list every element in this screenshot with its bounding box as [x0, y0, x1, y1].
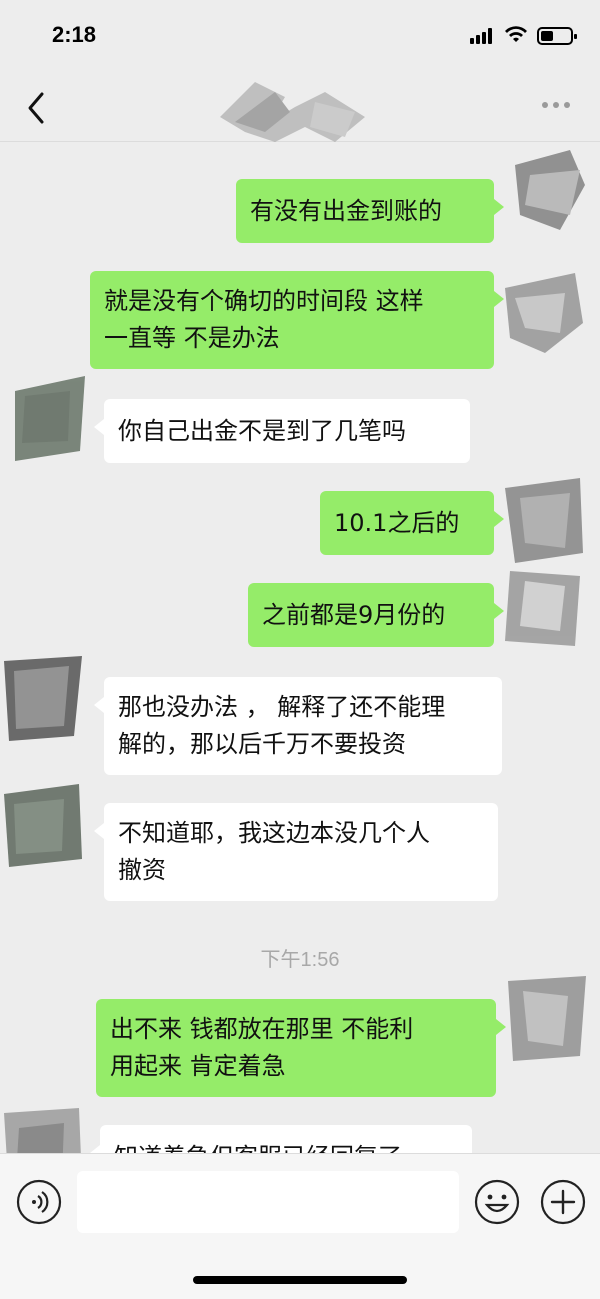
my-avatar-redacted[interactable] — [508, 971, 586, 1061]
message-text: 不知道耶，我这边本没几个人 — [118, 819, 430, 847]
message-text: 有没有出金到账的 — [250, 196, 442, 225]
message-text: 那也没办法 ， 解释了还不能理 — [118, 693, 446, 721]
home-indicator[interactable] — [193, 1276, 407, 1284]
chevron-left-icon[interactable] — [22, 90, 52, 126]
status-bar: 2:18 — [0, 0, 600, 72]
plus-icon[interactable] — [540, 1179, 586, 1225]
message-bubble-received[interactable]: 不知道耶，我这边本没几个人 撤资 — [94, 803, 498, 901]
wifi-icon — [505, 26, 527, 42]
message-text: 解的，那以后千万不要投资 — [118, 730, 406, 758]
message-text: 知道着急但客服已经回复了 — [114, 1139, 402, 1154]
message-text: 之前都是9月份的 — [262, 600, 446, 629]
status-time: 2:18 — [52, 22, 97, 47]
redacted-contact-name — [220, 82, 365, 142]
emoji-icon[interactable] — [474, 1179, 520, 1225]
message-bubble-received[interactable]: 知道着急但客服已经回复了 — [90, 1125, 472, 1154]
contact-avatar-redacted[interactable] — [4, 651, 82, 741]
message-bubble-sent[interactable]: 有没有出金到账的 — [236, 179, 504, 243]
message-bubble-sent[interactable]: 之前都是9月份的 — [248, 583, 504, 647]
my-avatar-redacted[interactable] — [505, 561, 583, 651]
message-bubble-sent[interactable]: 出不来 钱都放在那里 不能利 用起来 肯定着急 — [96, 999, 506, 1097]
cellular-signal-icon — [470, 28, 494, 44]
contact-avatar-redacted[interactable] — [10, 371, 88, 461]
message-text: 用起来 肯定着急 — [110, 1052, 286, 1080]
message-bubble-sent[interactable]: 就是没有个确切的时间段 这样 一直等 不是办法 — [90, 271, 504, 369]
voice-icon[interactable] — [16, 1179, 62, 1225]
message-text: 一直等 不是办法 — [104, 324, 280, 352]
message-text: 就是没有个确切的时间段 这样 — [104, 287, 424, 315]
my-avatar-redacted[interactable] — [510, 145, 588, 235]
contact-avatar-redacted[interactable] — [4, 779, 82, 869]
message-input[interactable] — [77, 1171, 459, 1233]
message-text: 撤资 — [118, 856, 166, 884]
input-bar — [0, 1153, 600, 1299]
message-bubble-received[interactable]: 那也没办法 ， 解释了还不能理 解的，那以后千万不要投资 — [94, 677, 502, 775]
message-bubble-received[interactable]: 你自己出金不是到了几笔吗 — [94, 399, 470, 463]
my-avatar-redacted[interactable] — [505, 473, 583, 563]
message-list[interactable]: 有没有出金到账的 就是没有个确切的时间段 这样 一直等 不是办法 你自己出金不是… — [0, 143, 600, 1153]
message-timestamp: 下午1:56 — [260, 949, 340, 971]
message-text: 出不来 钱都放在那里 不能利 — [110, 1015, 414, 1043]
my-avatar-redacted[interactable] — [505, 263, 583, 353]
more-dots-icon[interactable] — [538, 100, 574, 114]
chat-header — [0, 72, 600, 142]
battery-icon — [537, 27, 577, 45]
message-bubble-sent[interactable]: 10.1之后的 — [320, 491, 504, 555]
message-text: 10.1之后的 — [334, 508, 460, 537]
message-text: 你自己出金不是到了几笔吗 — [118, 416, 406, 445]
contact-avatar-redacted[interactable] — [4, 1103, 82, 1153]
